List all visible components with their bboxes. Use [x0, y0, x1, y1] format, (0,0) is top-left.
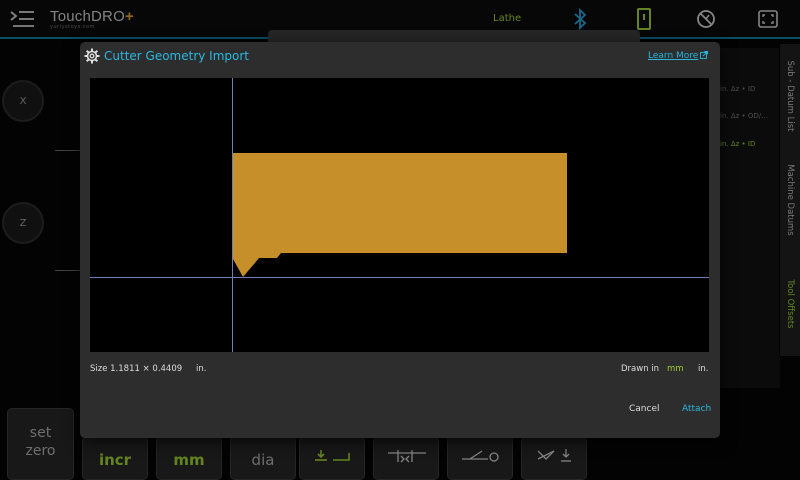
dialog-title: Cutter Geometry Import [104, 49, 250, 63]
attach-button[interactable]: Attach [682, 404, 711, 414]
drawn-in-unit-selector[interactable]: mm [667, 364, 684, 374]
target-unit: in. [698, 364, 709, 374]
gear-icon [84, 48, 100, 64]
app-screen: TouchDRO+ yuriystoys.com Lathe X Z in. Δ… [0, 0, 800, 480]
geometry-preview-svg [90, 78, 709, 352]
cutter-shape [233, 153, 567, 277]
size-unit: in. [196, 364, 207, 374]
external-link-icon[interactable] [700, 51, 708, 59]
geometry-preview[interactable] [90, 78, 709, 352]
drawn-in-label: Drawn in [621, 364, 660, 374]
cutter-geometry-dialog: Cutter Geometry Import Learn More Size 1… [80, 42, 720, 438]
size-readout: Size 1.1811 × 0.4409 [90, 364, 183, 374]
learn-more-link[interactable]: Learn More [648, 51, 698, 61]
cancel-button[interactable]: Cancel [629, 404, 660, 414]
